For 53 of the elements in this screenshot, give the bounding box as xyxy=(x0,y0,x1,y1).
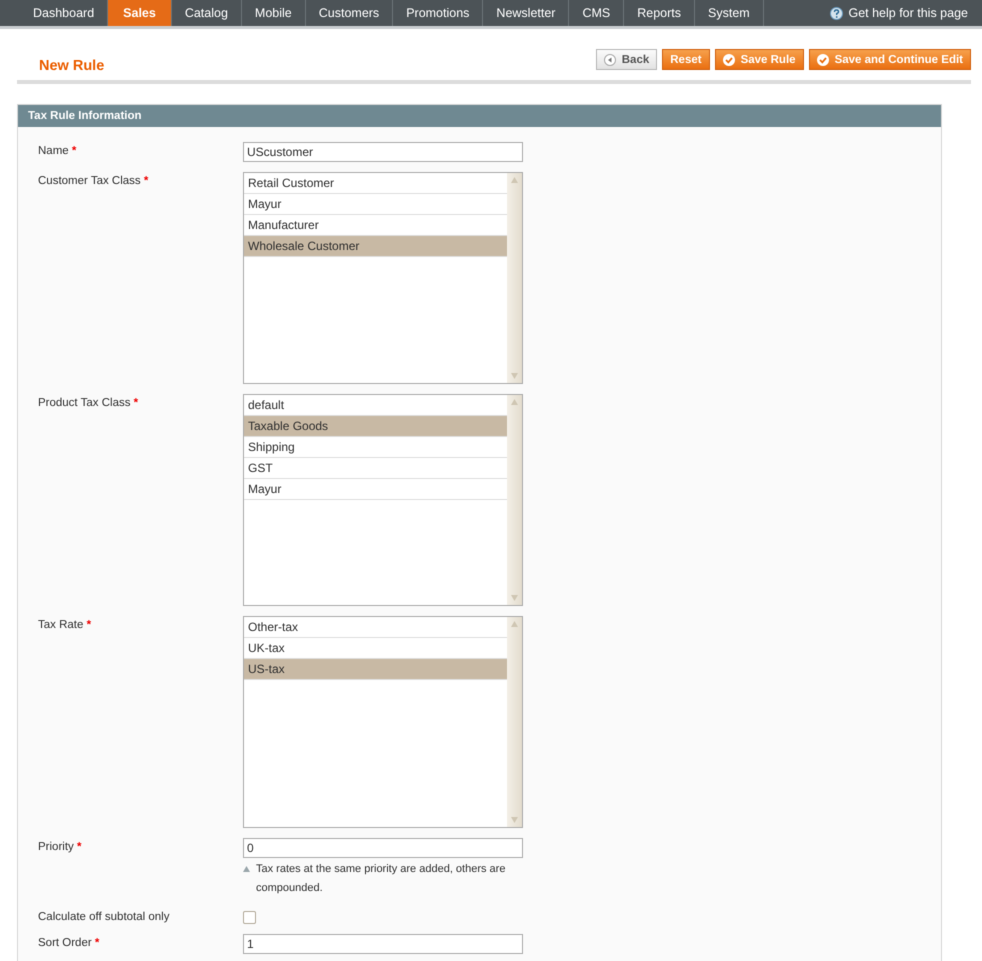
list-option[interactable]: Shipping xyxy=(244,437,507,458)
list-option[interactable]: GST xyxy=(244,458,507,479)
multiselect-list[interactable]: Retail Customer Mayur Manufacturer Wholesale Customer xyxy=(243,172,523,384)
scroll-up-icon[interactable] xyxy=(511,621,518,627)
required-mark: * xyxy=(72,145,76,157)
action-button[interactable]: Back xyxy=(596,49,658,70)
scroll-up-icon[interactable] xyxy=(511,399,518,405)
list-option[interactable]: Mayur xyxy=(244,479,507,500)
field-label: Tax Rate xyxy=(38,619,84,631)
nav-tab[interactable]: Mobile xyxy=(242,0,306,26)
check-icon xyxy=(816,54,829,66)
required-mark: * xyxy=(86,619,92,631)
back-icon xyxy=(604,54,616,66)
nav-tab[interactable]: System xyxy=(695,0,764,26)
list-option[interactable]: Wholesale Customer xyxy=(244,236,507,257)
scroll-down-icon[interactable] xyxy=(511,373,518,379)
text-field[interactable]: 0 xyxy=(243,838,523,858)
check-icon xyxy=(722,54,735,66)
checkbox[interactable] xyxy=(243,911,256,924)
multiselect-list[interactable]: default Taxable Goods Shipping GST Mayur xyxy=(243,394,523,606)
scroll-up-icon[interactable] xyxy=(511,177,518,183)
list-option[interactable]: Taxable Goods xyxy=(244,416,507,437)
required-mark: * xyxy=(94,937,100,949)
field-label: Product Tax Class xyxy=(38,397,130,409)
scroll-down-icon[interactable] xyxy=(511,817,518,823)
list-option[interactable]: Mayur xyxy=(244,194,507,215)
nav-tab[interactable]: Catalog xyxy=(172,0,242,26)
field-label: Sort Order xyxy=(38,937,92,949)
field-label: Name xyxy=(38,145,69,157)
nav-tab[interactable]: Customers xyxy=(306,0,394,26)
field-label: Customer Tax Class xyxy=(38,175,141,187)
section-header: Tax Rule Information xyxy=(18,105,941,127)
nav-tab[interactable]: Reports xyxy=(624,0,696,26)
page-title: New Rule xyxy=(39,58,104,74)
list-option[interactable]: Other-tax xyxy=(244,617,507,638)
list-option[interactable]: US-tax xyxy=(244,659,507,680)
field-label: Priority xyxy=(38,841,74,853)
text-field[interactable]: 1 xyxy=(243,934,523,954)
required-mark: * xyxy=(134,397,138,409)
nav-tab[interactable]: CMS xyxy=(569,0,624,26)
text-field[interactable]: UScustomer xyxy=(243,142,523,162)
required-mark: * xyxy=(144,175,148,187)
help-icon xyxy=(830,6,844,20)
field-hint: Tax rates at the same priority are added, others are compounded. xyxy=(256,862,506,896)
scroll-down-icon[interactable] xyxy=(511,595,518,601)
nav-tab[interactable]: Promotions xyxy=(393,0,484,26)
field-label: Calculate off subtotal only xyxy=(38,911,170,923)
nav-tab[interactable]: Newsletter xyxy=(483,0,570,26)
required-mark: * xyxy=(76,841,82,853)
multiselect-list[interactable]: Other-tax UK-tax US-tax xyxy=(243,616,523,828)
triangle-icon xyxy=(243,866,250,872)
list-option[interactable]: Retail Customer xyxy=(244,173,507,194)
help-link[interactable]: Get help for this page xyxy=(848,6,968,20)
